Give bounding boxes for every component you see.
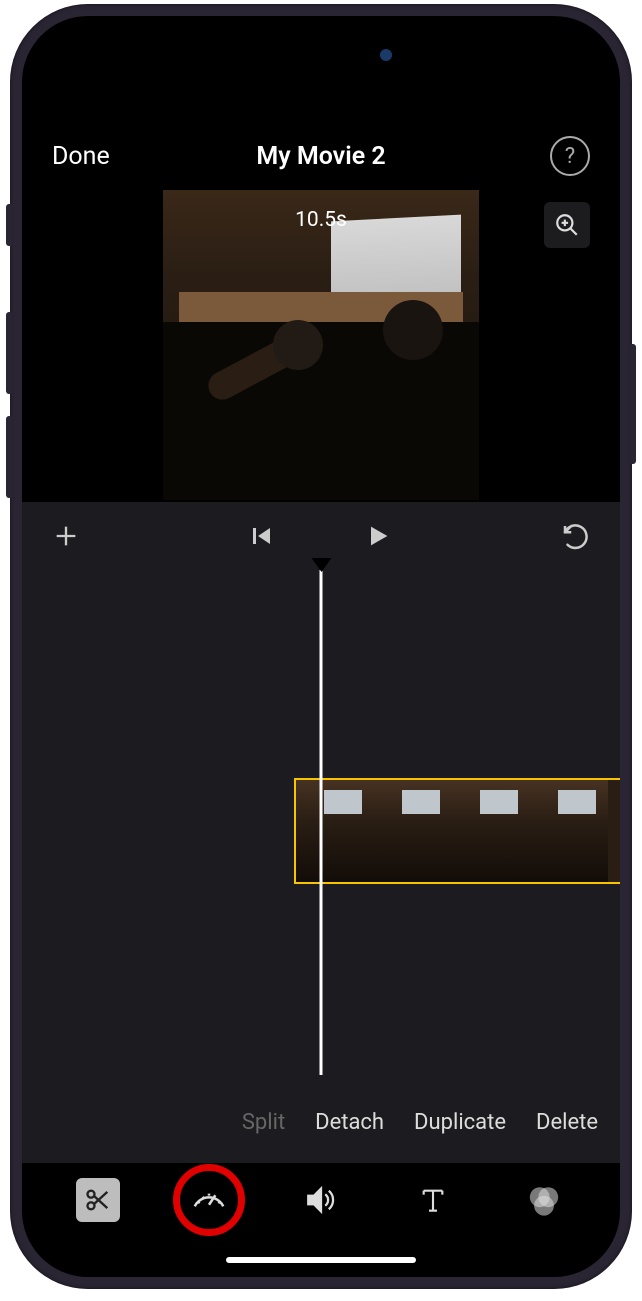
volume-up-button (6, 312, 12, 394)
volume-down-button (6, 416, 12, 498)
detach-action[interactable]: Detach (315, 1110, 384, 1135)
filters-tool-button[interactable] (516, 1172, 572, 1228)
preview-frame: 10.5s (163, 190, 479, 500)
zoom-button[interactable] (544, 202, 590, 248)
undo-button[interactable] (560, 521, 590, 551)
question-mark-icon: ? (565, 144, 575, 169)
side-button (6, 204, 12, 246)
playhead[interactable] (320, 570, 323, 1075)
clip-duration-badge: 10.5s (295, 208, 347, 232)
split-action[interactable]: Split (242, 1110, 285, 1135)
magnifier-plus-icon (554, 212, 580, 238)
playhead-marker-icon (311, 558, 331, 572)
trim-tool-button[interactable] (70, 1172, 126, 1228)
clip-thumbnail (452, 780, 530, 882)
filters-icon (527, 1183, 561, 1217)
tool-row (22, 1163, 620, 1237)
clip-thumbnail (530, 780, 608, 882)
video-clip[interactable] (294, 778, 620, 884)
text-icon (417, 1184, 449, 1216)
add-media-button[interactable] (52, 522, 80, 550)
clip-thumbnail (374, 780, 452, 882)
help-button[interactable]: ? (550, 136, 590, 176)
speed-tool-button[interactable] (181, 1172, 237, 1228)
play-icon (364, 522, 392, 550)
plus-icon (52, 522, 80, 550)
duplicate-action[interactable]: Duplicate (414, 1110, 506, 1135)
dynamic-island (238, 34, 404, 76)
play-button[interactable] (364, 522, 392, 550)
phone-frame: Done My Movie 2 ? 10.5s (10, 4, 632, 1289)
home-indicator[interactable] (226, 1257, 416, 1263)
done-button[interactable]: Done (52, 142, 110, 171)
power-button (630, 344, 636, 464)
scissors-icon (84, 1186, 112, 1214)
clip-action-row: Split Detach Duplicate Delete (242, 1110, 598, 1135)
header-bar: Done My Movie 2 ? (22, 126, 620, 186)
skip-back-icon (250, 524, 274, 548)
camera-dot-icon (380, 49, 392, 61)
video-preview[interactable]: 10.5s (22, 190, 620, 502)
volume-tool-button[interactable] (293, 1172, 349, 1228)
rewind-to-start-button[interactable] (250, 524, 274, 548)
undo-icon (560, 521, 590, 551)
speaker-icon (304, 1183, 338, 1217)
screen: Done My Movie 2 ? 10.5s (22, 16, 620, 1277)
project-title: My Movie 2 (256, 142, 385, 171)
delete-action[interactable]: Delete (536, 1110, 598, 1135)
titles-tool-button[interactable] (405, 1172, 461, 1228)
speedometer-icon (190, 1181, 228, 1219)
clip-thumbnail (296, 780, 374, 882)
timeline[interactable]: Split Detach Duplicate Delete (22, 570, 620, 1163)
